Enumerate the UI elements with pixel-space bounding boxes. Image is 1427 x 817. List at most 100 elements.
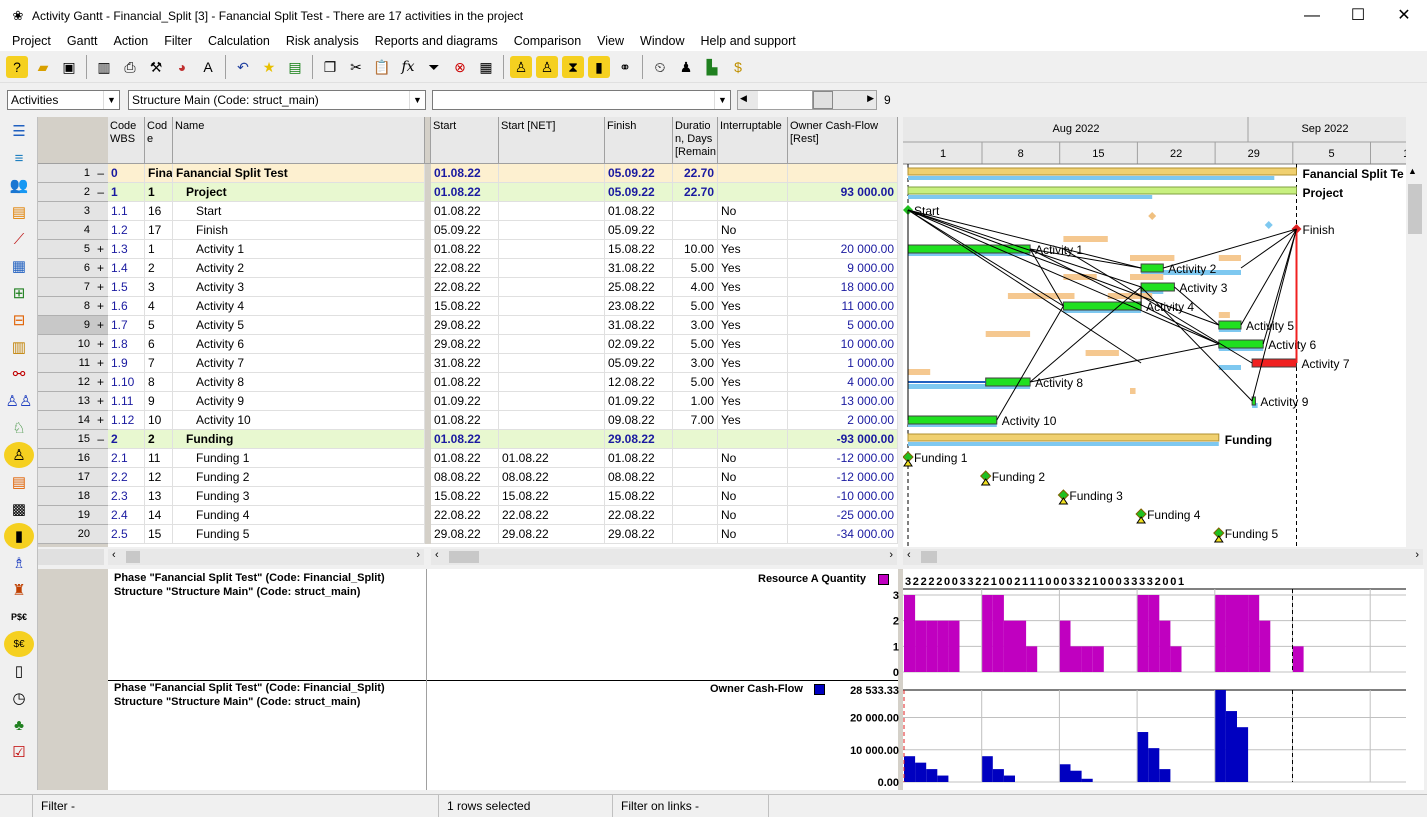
table-row[interactable]: 1.12 10 Activity 10 01.08.22 09.08.22 7.00 Yes…: [108, 411, 898, 430]
cell-name[interactable]: Activity 6: [173, 335, 425, 354]
cell-code[interactable]: 15: [145, 525, 173, 544]
cell-dur[interactable]: [673, 430, 718, 449]
cell-finish[interactable]: 31.08.22: [605, 316, 673, 335]
cell-start[interactable]: 01.08.22: [431, 183, 499, 202]
row-number[interactable]: 12 +: [38, 373, 108, 392]
table-row[interactable]: 1.5 3 Activity 3 22.08.22 25.08.22 4.00 Yes 18 …: [108, 278, 898, 297]
cell-start[interactable]: 31.08.22: [431, 354, 499, 373]
expand-icon[interactable]: +: [97, 392, 104, 411]
summary-bar[interactable]: [907, 186, 1297, 195]
cut-icon[interactable]: ✂: [345, 56, 367, 78]
cell-name[interactable]: Funding: [173, 430, 425, 449]
chevron-down-icon[interactable]: ▼: [409, 91, 425, 109]
cell-code[interactable]: 2: [145, 259, 173, 278]
cell-intr[interactable]: [718, 430, 788, 449]
team-cost-icon[interactable]: ♜: [4, 577, 34, 603]
gantt-view-icon[interactable]: ☰: [4, 118, 34, 144]
chevron-right-icon[interactable]: ›: [416, 549, 420, 561]
table-row[interactable]: 2 2 Funding 01.08.22 29.08.22 -93 000.00: [108, 430, 898, 449]
clear-filter-icon[interactable]: ⊗: [449, 56, 471, 78]
cell-finish[interactable]: 05.09.22: [605, 354, 673, 373]
menu-comparison[interactable]: Comparison: [506, 34, 589, 48]
maximize-button[interactable]: ☐: [1335, 0, 1381, 31]
cell-startnet[interactable]: [499, 183, 605, 202]
row-number[interactable]: 11 +: [38, 354, 108, 373]
baseline-bar[interactable]: [1130, 255, 1175, 261]
table-left-hscroll[interactable]: ‹ ›: [108, 549, 424, 565]
cell-dur[interactable]: [673, 468, 718, 487]
cell-name[interactable]: Funding 1: [173, 449, 425, 468]
cell-finish[interactable]: 25.08.22: [605, 278, 673, 297]
expand-icon[interactable]: +: [97, 259, 104, 278]
expand-icon[interactable]: +: [97, 354, 104, 373]
cell-name[interactable]: Activity 4: [173, 297, 425, 316]
table-row[interactable]: 1.7 5 Activity 5 29.08.22 31.08.22 3.00 Yes 5 0…: [108, 316, 898, 335]
cell-startnet[interactable]: 15.08.22: [499, 487, 605, 506]
zoom-slider-thumb[interactable]: [813, 91, 833, 109]
cell-code[interactable]: 7: [145, 354, 173, 373]
row-number[interactable]: 19: [38, 506, 108, 525]
cell-wbs[interactable]: 0: [108, 164, 145, 183]
undo-icon[interactable]: ↶: [232, 56, 254, 78]
cell-code[interactable]: 1: [145, 183, 173, 202]
cell-finish[interactable]: 12.08.22: [605, 373, 673, 392]
cell-finish[interactable]: 09.08.22: [605, 411, 673, 430]
cell-finish[interactable]: 08.08.22: [605, 468, 673, 487]
activity-bar[interactable]: [1251, 358, 1298, 368]
currency-coin-icon[interactable]: $€: [4, 631, 34, 657]
cell-intr[interactable]: No: [718, 525, 788, 544]
checklist-icon[interactable]: ☑: [4, 739, 34, 765]
cell-wbs[interactable]: 1.4: [108, 259, 145, 278]
cell-name[interactable]: Activity 1: [173, 240, 425, 259]
baseline-bar[interactable]: [908, 442, 1219, 446]
cell-wbs[interactable]: 1.7: [108, 316, 145, 335]
cell-name[interactable]: Finish: [173, 221, 425, 240]
cell-name[interactable]: Project: [173, 183, 425, 202]
row-number[interactable]: 5 +: [38, 240, 108, 259]
table-row[interactable]: 1.4 2 Activity 2 22.08.22 31.08.22 5.00 Yes 9 0…: [108, 259, 898, 278]
cell-dur[interactable]: [673, 202, 718, 221]
cell-start[interactable]: 05.09.22: [431, 221, 499, 240]
activity-bar[interactable]: [907, 415, 998, 425]
cell-finish[interactable]: 29.08.22: [605, 525, 673, 544]
table-row[interactable]: 1 1 Project 01.08.22 05.09.22 22.70 93 000.00: [108, 183, 898, 202]
baseline-bar[interactable]: [908, 195, 1153, 199]
expand-icon[interactable]: +: [97, 373, 104, 392]
expand-icon[interactable]: +: [97, 335, 104, 354]
menu-calculation[interactable]: Calculation: [200, 34, 278, 48]
cell-cash[interactable]: 1 000.00: [788, 354, 898, 373]
cell-dur[interactable]: 22.70: [673, 183, 718, 202]
chevron-right-icon[interactable]: ›: [889, 549, 893, 561]
cell-cash[interactable]: -25 000.00: [788, 506, 898, 525]
cell-name[interactable]: Funding 5: [173, 525, 425, 544]
cell-wbs[interactable]: 2: [108, 430, 145, 449]
gantt-hscroll[interactable]: ‹ ›: [903, 549, 1423, 565]
table-row[interactable]: 1.8 6 Activity 6 29.08.22 02.09.22 5.00 Yes 10 …: [108, 335, 898, 354]
baseline-bar[interactable]: [1085, 350, 1119, 356]
paste-icon[interactable]: 📋: [371, 56, 393, 78]
columns-icon[interactable]: ▥: [93, 56, 115, 78]
cell-code[interactable]: 10: [145, 411, 173, 430]
activity-bar[interactable]: [1140, 263, 1164, 273]
cell-name[interactable]: Activity 9: [173, 392, 425, 411]
cell-intr[interactable]: Yes: [718, 411, 788, 430]
cell-start[interactable]: 01.08.22: [431, 164, 499, 183]
cell-code[interactable]: 8: [145, 373, 173, 392]
summary-bar[interactable]: [907, 433, 1220, 442]
header-duration[interactable]: Duratio n, Days [Remain: [673, 117, 718, 164]
cell-startnet[interactable]: [499, 202, 605, 221]
resource-icon-3[interactable]: ⧗: [562, 55, 584, 78]
cell-dur[interactable]: 5.00: [673, 335, 718, 354]
cell-wbs[interactable]: 1.8: [108, 335, 145, 354]
cell-wbs[interactable]: 2.3: [108, 487, 145, 506]
cell-start[interactable]: 22.08.22: [431, 259, 499, 278]
minimize-button[interactable]: —: [1289, 0, 1335, 31]
cell-wbs[interactable]: 1.3: [108, 240, 145, 259]
activity-bar[interactable]: [1218, 320, 1242, 330]
table-row[interactable]: 2.1 11 Funding 1 01.08.22 01.08.22 01.08.22 No…: [108, 449, 898, 468]
chevron-down-icon[interactable]: ▼: [714, 91, 730, 109]
cell-intr[interactable]: Yes: [718, 392, 788, 411]
expand-icon[interactable]: +: [97, 316, 104, 335]
excel-icon[interactable]: ▤: [284, 56, 306, 78]
table-row[interactable]: 1.9 7 Activity 7 31.08.22 05.09.22 3.00 Yes 1 0…: [108, 354, 898, 373]
